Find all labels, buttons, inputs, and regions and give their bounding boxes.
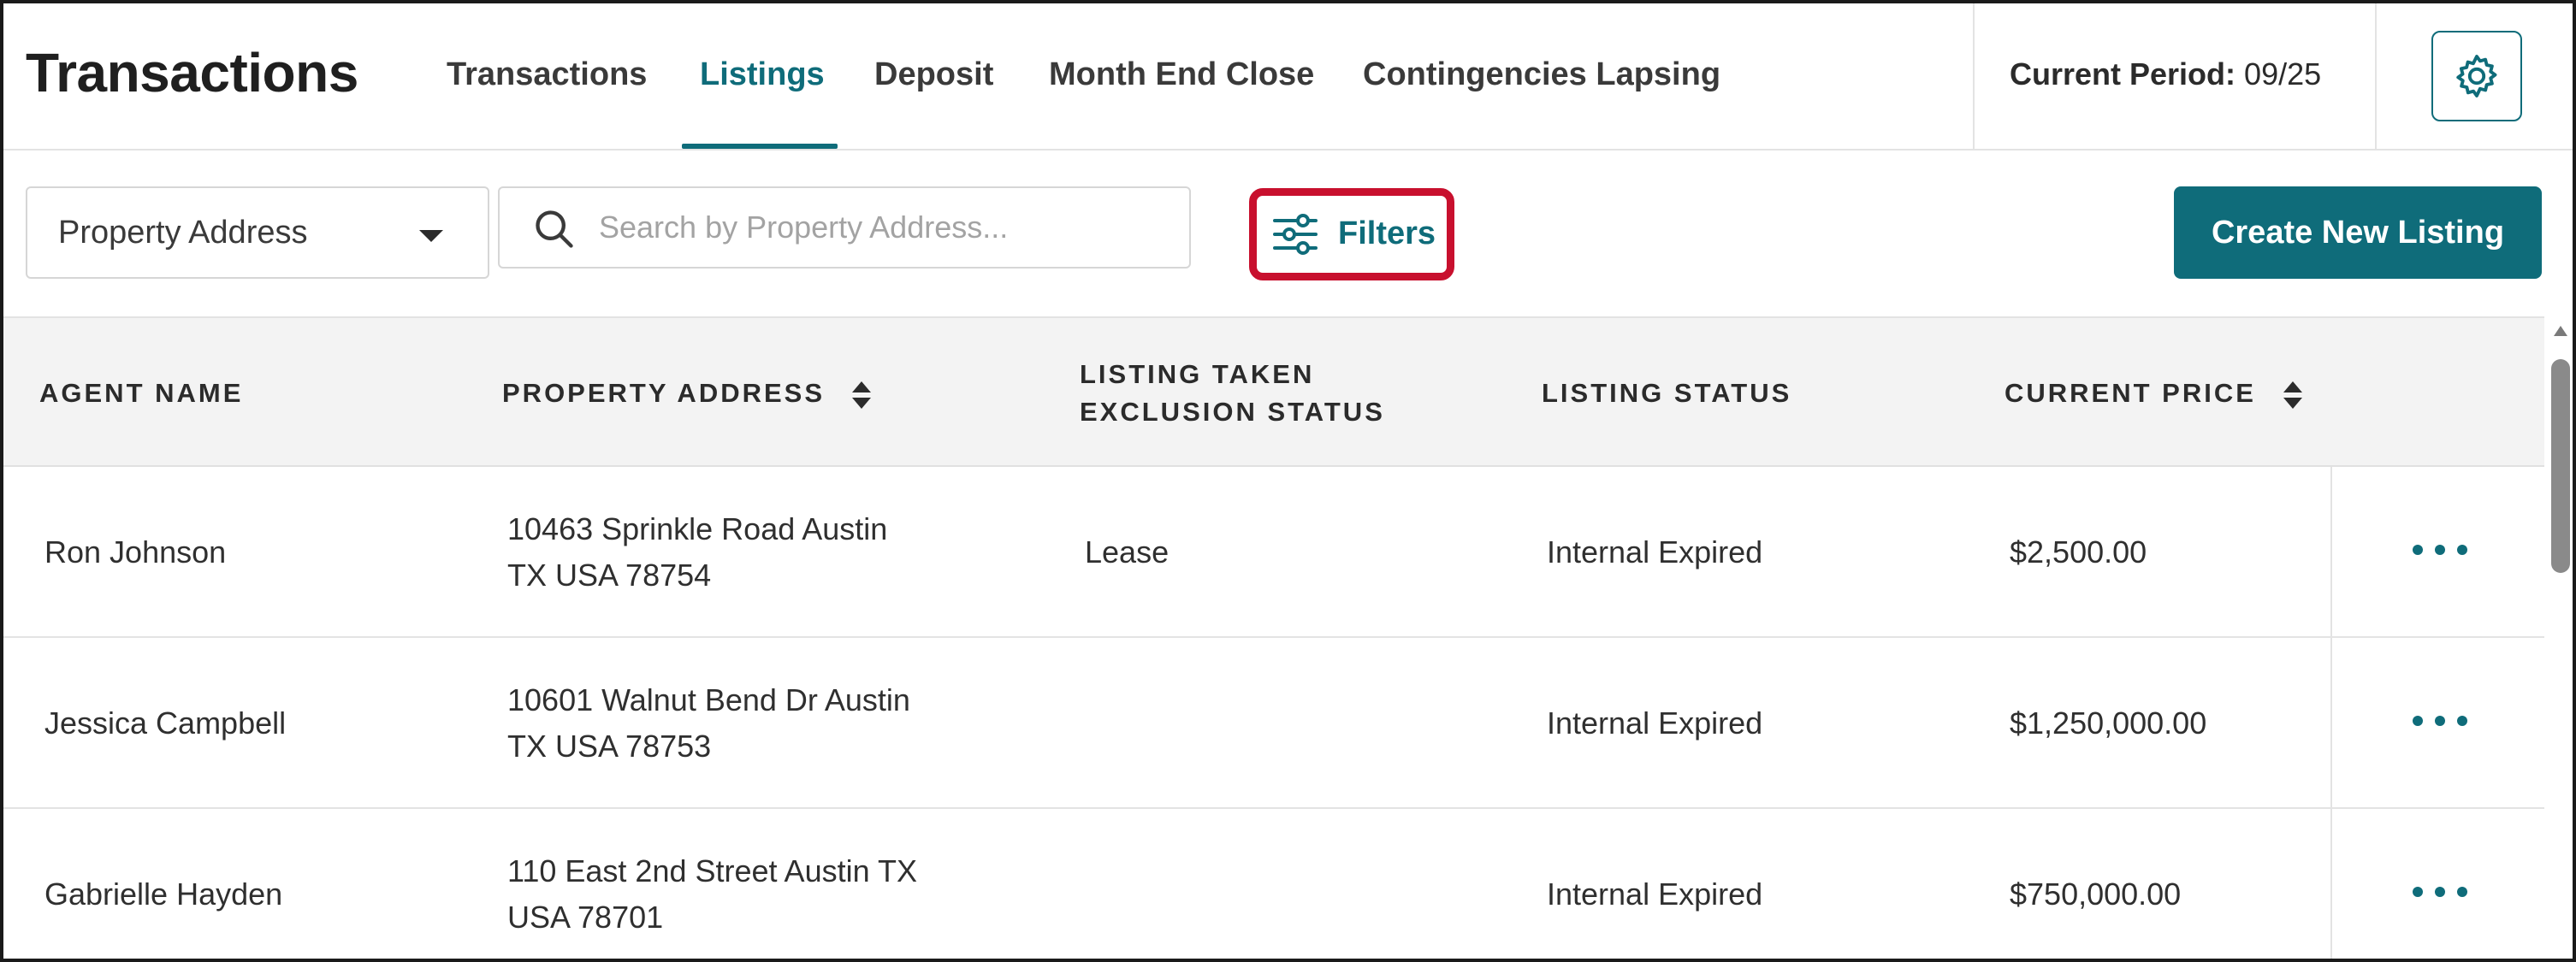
app-window: Transactions Transactions Listings Depos…	[0, 0, 2576, 962]
address-line1: 10601 Walnut Bend Dr Austin	[507, 682, 910, 717]
column-header-exclusion-status: LISTING TAKEN EXCLUSION STATUS	[1080, 356, 1385, 431]
current-price-cell: $2,500.00	[2010, 534, 2147, 570]
column-header-label: CURRENT PRICE	[2005, 378, 2256, 408]
current-period-label: Current Period:	[2010, 56, 2236, 91]
current-period: Current Period: 09/25	[2010, 56, 2321, 92]
exclusion-status-cell: Lease	[1085, 534, 1170, 570]
row-actions-cell	[2330, 467, 2544, 636]
tab-transactions[interactable]: Transactions	[447, 56, 647, 93]
property-address-cell: 110 East 2nd Street Austin TX USA 78701	[507, 848, 917, 941]
header-divider	[1973, 3, 1975, 150]
listing-status-cell: Internal Expired	[1547, 876, 1763, 912]
more-dots-icon	[2457, 545, 2467, 555]
more-dots-icon	[2413, 887, 2423, 897]
row-actions-cell	[2330, 809, 2544, 959]
filter-sliders-icon	[1273, 214, 1318, 255]
more-dots-icon	[2413, 716, 2423, 726]
current-price-cell: $1,250,000.00	[2010, 705, 2207, 741]
column-header-label: LISTING STATUS	[1542, 378, 1792, 408]
more-dots-icon	[2457, 887, 2467, 897]
tab-listings[interactable]: Listings	[700, 56, 825, 93]
tab-contingencies-lapsing[interactable]: Contingencies Lapsing	[1363, 56, 1720, 93]
more-actions-button[interactable]	[2413, 708, 2467, 734]
more-dots-icon	[2435, 887, 2445, 897]
current-price-cell: $750,000.00	[2010, 876, 2182, 912]
filters-button[interactable]: Filters	[1264, 202, 1441, 267]
more-dots-icon	[2457, 716, 2467, 726]
table-row[interactable]: Ron Johnson 10463 Sprinkle Road Austin T…	[3, 467, 2544, 638]
search-field-select-value: Property Address	[58, 214, 308, 251]
column-header-current-price: CURRENT PRICE	[2005, 375, 2304, 412]
more-dots-icon	[2435, 716, 2445, 726]
sort-icon[interactable]	[2282, 380, 2304, 410]
column-header-label-line1: LISTING TAKEN	[1080, 359, 1315, 389]
filters-label: Filters	[1338, 215, 1436, 251]
address-line2: USA 78701	[507, 900, 664, 935]
current-period-value: 09/25	[2244, 56, 2322, 91]
table-header: AGENT NAME PROPERTY ADDRESS LISTING TAKE…	[3, 316, 2544, 467]
scroll-up-arrow-icon[interactable]	[2553, 325, 2568, 337]
column-header-label: AGENT NAME	[39, 378, 244, 408]
table-row[interactable]: Jessica Campbell 10601 Walnut Bend Dr Au…	[3, 638, 2544, 809]
row-actions-cell	[2330, 638, 2544, 807]
vertical-scrollbar[interactable]	[2544, 316, 2573, 959]
scrollbar-thumb[interactable]	[2551, 359, 2570, 573]
property-address-cell: 10601 Walnut Bend Dr Austin TX USA 78753	[507, 677, 910, 770]
create-new-listing-button[interactable]: Create New Listing	[2174, 186, 2542, 279]
address-line1: 10463 Sprinkle Road Austin	[507, 511, 888, 546]
listing-status-cell: Internal Expired	[1547, 705, 1763, 741]
property-address-cell: 10463 Sprinkle Road Austin TX USA 78754	[507, 506, 887, 599]
page-title: Transactions	[26, 42, 358, 103]
more-actions-button[interactable]	[2413, 879, 2467, 905]
address-line2: TX USA 78754	[507, 558, 712, 593]
column-header-listing-status: LISTING STATUS	[1542, 375, 1791, 412]
active-tab-indicator	[682, 144, 838, 149]
chevron-down-icon	[419, 230, 443, 242]
settings-button[interactable]	[2431, 31, 2522, 121]
listing-status-cell: Internal Expired	[1547, 534, 1763, 570]
header-divider	[2375, 3, 2377, 150]
search-box	[498, 186, 1191, 269]
agent-name-cell: Jessica Campbell	[44, 705, 287, 741]
column-header-property-address: PROPERTY ADDRESS	[502, 375, 873, 412]
tab-deposit[interactable]: Deposit	[874, 56, 993, 93]
address-line2: TX USA 78753	[507, 729, 712, 764]
column-header-label: PROPERTY ADDRESS	[502, 378, 826, 408]
more-actions-button[interactable]	[2413, 537, 2467, 563]
table-row[interactable]: Gabrielle Hayden 110 East 2nd Street Aus…	[3, 809, 2544, 959]
search-icon	[536, 210, 573, 248]
more-dots-icon	[2435, 545, 2445, 555]
tab-month-end-close[interactable]: Month End Close	[1049, 56, 1314, 93]
column-header-agent-name: AGENT NAME	[39, 375, 243, 412]
more-dots-icon	[2413, 545, 2423, 555]
address-line1: 110 East 2nd Street Austin TX	[507, 853, 917, 888]
agent-name-cell: Ron Johnson	[44, 534, 227, 570]
sort-icon[interactable]	[850, 380, 873, 410]
search-field-select[interactable]: Property Address	[26, 186, 489, 279]
agent-name-cell: Gabrielle Hayden	[44, 876, 283, 912]
column-header-label-line2: EXCLUSION STATUS	[1080, 397, 1385, 427]
top-header: Transactions Transactions Listings Depos…	[3, 3, 2573, 150]
search-input[interactable]	[599, 200, 1164, 255]
gear-icon	[2456, 55, 2497, 97]
